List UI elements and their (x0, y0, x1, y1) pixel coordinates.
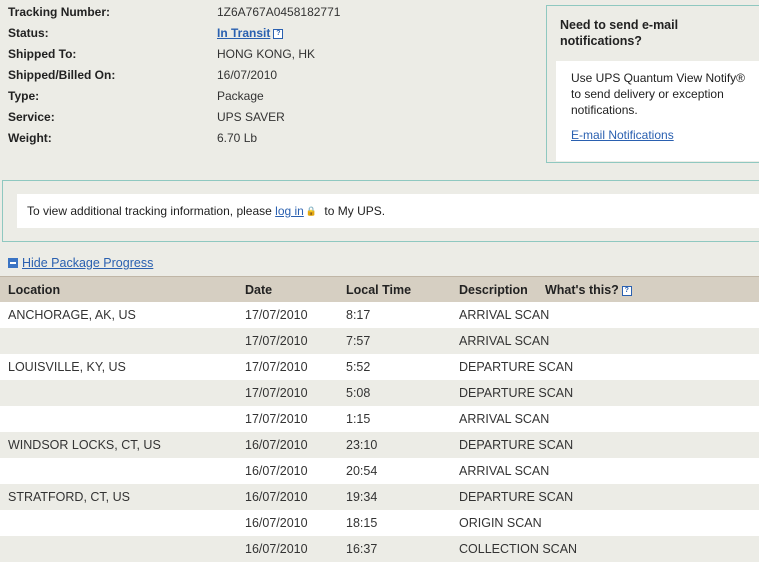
summary-label: Type: (8, 89, 40, 103)
cell-location: LOUISVILLE, KY, US (8, 360, 126, 374)
cell-time: 20:54 (346, 464, 378, 478)
cell-date: 16/07/2010 (245, 542, 308, 556)
weight-value: 6.70 Lb (217, 131, 258, 145)
cell-description: DEPARTURE SCAN (459, 386, 574, 400)
table-row: 16/07/2010 20:54 ARRIVAL SCAN (0, 458, 759, 484)
email-notification-box: Need to send e-mail notifications? Use U… (546, 5, 759, 163)
summary-row-type: Type: Package (0, 86, 540, 107)
cell-description: ORIGIN SCAN (459, 516, 542, 530)
table-row: LOUISVILLE, KY, US 17/07/2010 5:52 DEPAR… (0, 354, 759, 380)
summary-row-shipped-on: Shipped/Billed On: 16/07/2010 (0, 65, 540, 86)
summary-row-weight: Weight: 6.70 Lb (0, 128, 540, 149)
login-text-before: To view additional tracking information,… (27, 204, 272, 218)
cell-description: ARRIVAL SCAN (459, 464, 550, 478)
status-link[interactable]: In Transit (217, 26, 270, 40)
cell-date: 16/07/2010 (245, 490, 308, 504)
table-row: 16/07/2010 16:37 COLLECTION SCAN (0, 536, 759, 562)
table-header: Location Date Local Time Description Wha… (0, 276, 759, 302)
cell-description: ARRIVAL SCAN (459, 334, 550, 348)
cell-location: ANCHORAGE, AK, US (8, 308, 136, 322)
column-header-description: Description (459, 283, 528, 297)
cell-time: 23:10 (346, 438, 378, 452)
summary-label: Weight: (8, 131, 52, 145)
table-row: 17/07/2010 7:57 ARRIVAL SCAN (0, 328, 759, 354)
column-header-date: Date (245, 283, 273, 297)
cell-description: DEPARTURE SCAN (459, 438, 574, 452)
cell-time: 8:17 (346, 308, 371, 322)
cell-description: DEPARTURE SCAN (459, 490, 574, 504)
summary-label: Tracking Number: (8, 5, 111, 19)
cell-time: 5:08 (346, 386, 371, 400)
type-value: Package (217, 89, 264, 103)
column-header-local-time: Local Time (346, 283, 412, 297)
cell-location: STRATFORD, CT, US (8, 490, 130, 504)
cell-time: 18:15 (346, 516, 378, 530)
cell-time: 19:34 (346, 490, 378, 504)
lock-icon: 🔒 (305, 206, 318, 216)
summary-row-shipped-to: Shipped To: HONG KONG, HK (0, 44, 540, 65)
status-value: In Transit? (217, 23, 284, 44)
whats-this-label: What's this? (545, 283, 619, 297)
whats-this-header: What's this?? (545, 277, 632, 303)
shipped-on-value: 16/07/2010 (217, 68, 278, 82)
cell-time: 5:52 (346, 360, 371, 374)
notify-body: Use UPS Quantum View Notify® to send del… (556, 61, 759, 161)
summary-row-service: Service: UPS SAVER (0, 107, 540, 128)
package-progress-table: Location Date Local Time Description Wha… (0, 276, 759, 562)
cell-description: DEPARTURE SCAN (459, 360, 574, 374)
help-icon[interactable]: ? (621, 285, 632, 296)
notify-text: Use UPS Quantum View Notify® to send del… (571, 71, 746, 117)
cell-date: 16/07/2010 (245, 438, 308, 452)
tracking-number-value: 1Z6A767A0458182771 (217, 5, 341, 19)
email-notifications-link[interactable]: E-mail Notifications (571, 128, 758, 142)
notify-title: Need to send e-mail notifications? (560, 18, 679, 48)
cell-date: 16/07/2010 (245, 464, 308, 478)
login-prompt-box: To view additional tracking information,… (2, 180, 759, 242)
summary-label: Service: (8, 110, 55, 124)
cell-date: 17/07/2010 (245, 334, 308, 348)
help-icon[interactable]: ? (273, 28, 284, 39)
log-in-link[interactable]: log in (275, 204, 304, 218)
shipped-to-value: HONG KONG, HK (217, 47, 316, 61)
cell-location: WINDSOR LOCKS, CT, US (8, 438, 161, 452)
login-prompt: To view additional tracking information,… (17, 194, 759, 228)
summary-row-status: Status: In Transit? (0, 23, 540, 44)
summary-label: Shipped/Billed On: (8, 68, 116, 82)
cell-description: COLLECTION SCAN (459, 542, 578, 556)
hide-package-progress-link[interactable]: Hide Package Progress (22, 256, 153, 270)
cell-time: 16:37 (346, 542, 378, 556)
cell-date: 17/07/2010 (245, 412, 308, 426)
cell-date: 17/07/2010 (245, 386, 308, 400)
cell-date: 17/07/2010 (245, 308, 308, 322)
cell-time: 7:57 (346, 334, 371, 348)
login-text-after: to My UPS. (324, 204, 386, 218)
minus-icon[interactable] (8, 258, 18, 268)
column-header-location: Location (8, 283, 61, 297)
table-row: ANCHORAGE, AK, US 17/07/2010 8:17 ARRIVA… (0, 302, 759, 328)
cell-date: 16/07/2010 (245, 516, 308, 530)
cell-description: ARRIVAL SCAN (459, 412, 550, 426)
summary-label: Shipped To: (8, 47, 77, 61)
cell-time: 1:15 (346, 412, 371, 426)
table-row: WINDSOR LOCKS, CT, US 16/07/2010 23:10 D… (0, 432, 759, 458)
hide-package-progress-toggle[interactable]: Hide Package Progress (8, 255, 153, 271)
summary-label: Status: (8, 26, 49, 40)
table-row: STRATFORD, CT, US 16/07/2010 19:34 DEPAR… (0, 484, 759, 510)
service-value: UPS SAVER (217, 110, 285, 124)
summary-row-tracking-number: Tracking Number: 1Z6A767A0458182771 (0, 2, 540, 23)
table-row: 16/07/2010 18:15 ORIGIN SCAN (0, 510, 759, 536)
table-row: 17/07/2010 1:15 ARRIVAL SCAN (0, 406, 759, 432)
table-body: ANCHORAGE, AK, US 17/07/2010 8:17 ARRIVA… (0, 302, 759, 562)
cell-date: 17/07/2010 (245, 360, 308, 374)
cell-description: ARRIVAL SCAN (459, 308, 550, 322)
table-row: 17/07/2010 5:08 DEPARTURE SCAN (0, 380, 759, 406)
